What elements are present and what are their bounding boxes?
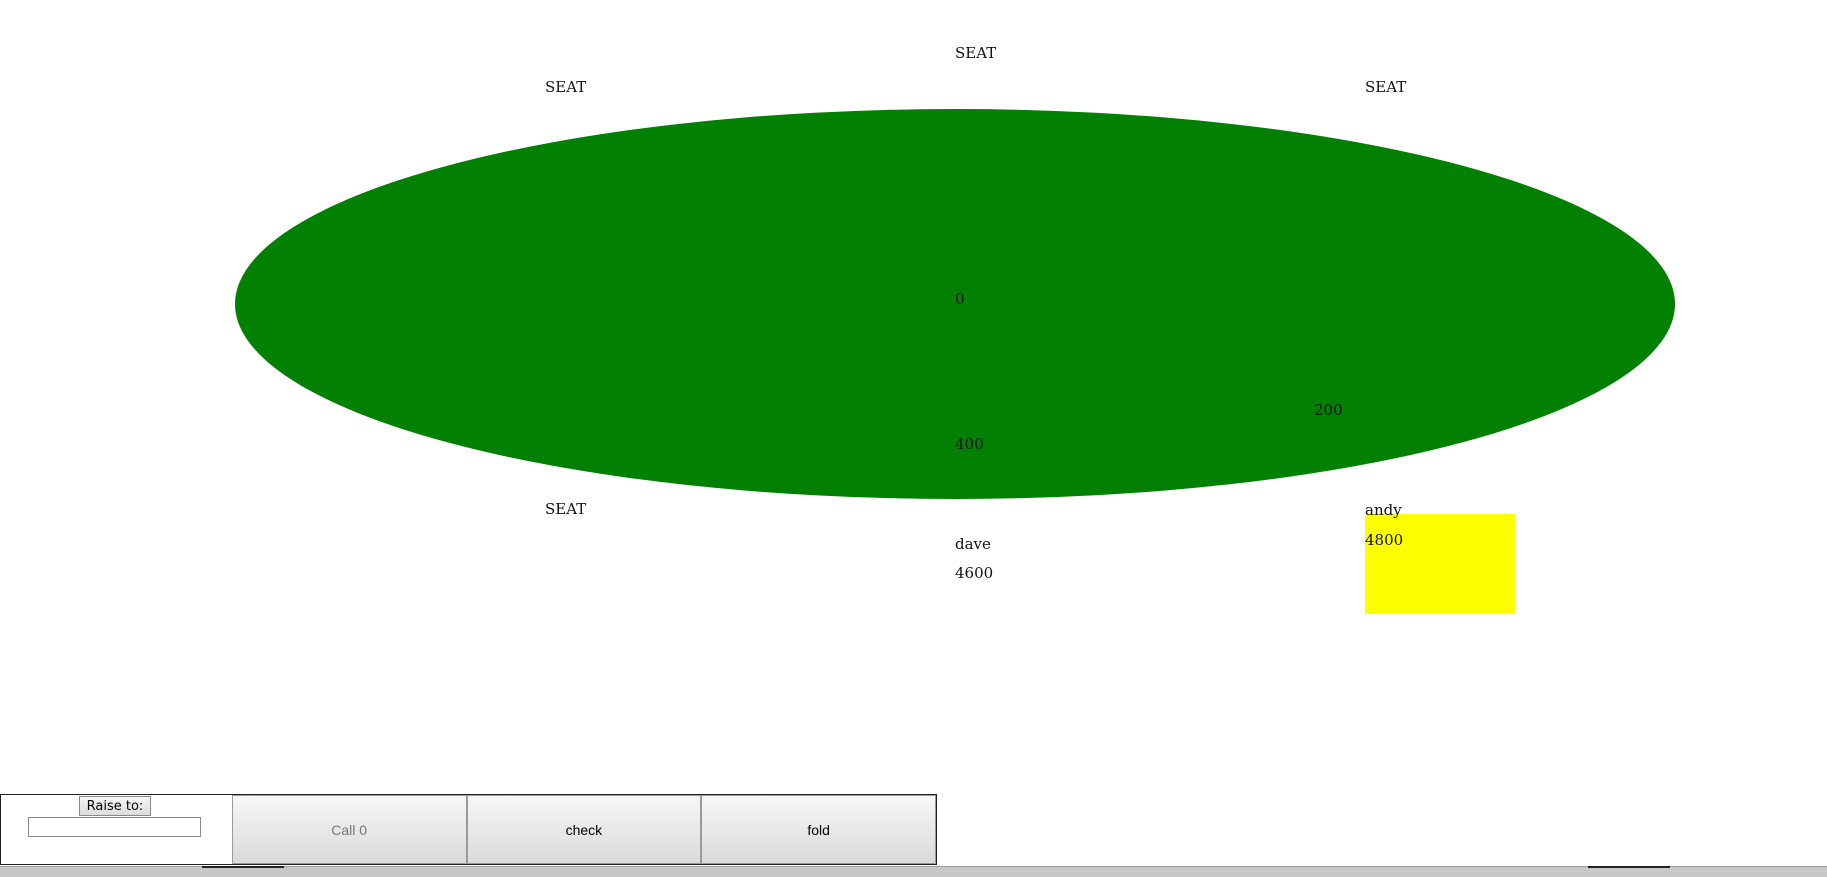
call-button[interactable]: Call 0: [231, 795, 467, 864]
check-button[interactable]: check: [466, 795, 702, 864]
active-player-highlight: [1365, 514, 1515, 614]
raise-button[interactable]: Raise to:: [79, 796, 151, 816]
raise-panel: Raise to:: [1, 795, 232, 864]
seat-top-left[interactable]: SEAT: [545, 80, 586, 95]
seat-top-center[interactable]: SEAT: [955, 46, 996, 61]
player-name-andy: andy: [1365, 501, 1402, 519]
scroll-mark-right: [1588, 866, 1670, 868]
scroll-mark-left: [202, 866, 284, 868]
seat-top-right[interactable]: SEAT: [1365, 80, 1406, 95]
bet-andy: 200: [1314, 401, 1343, 419]
fold-button[interactable]: fold: [701, 795, 936, 864]
poker-stage: SEAT SEAT SEAT SEAT 0 200 400 andy 4800 …: [0, 0, 1827, 877]
pot-amount: 0: [955, 290, 965, 308]
action-bar: Raise to: Call 0 check fold: [0, 794, 937, 865]
player-name-dave: dave: [955, 535, 991, 553]
seat-bottom-left[interactable]: SEAT: [545, 502, 586, 517]
player-stack-dave: 4600: [955, 564, 994, 582]
raise-amount-input[interactable]: [28, 817, 201, 837]
bet-dave: 400: [955, 435, 984, 453]
player-stack-andy: 4800: [1365, 531, 1404, 549]
